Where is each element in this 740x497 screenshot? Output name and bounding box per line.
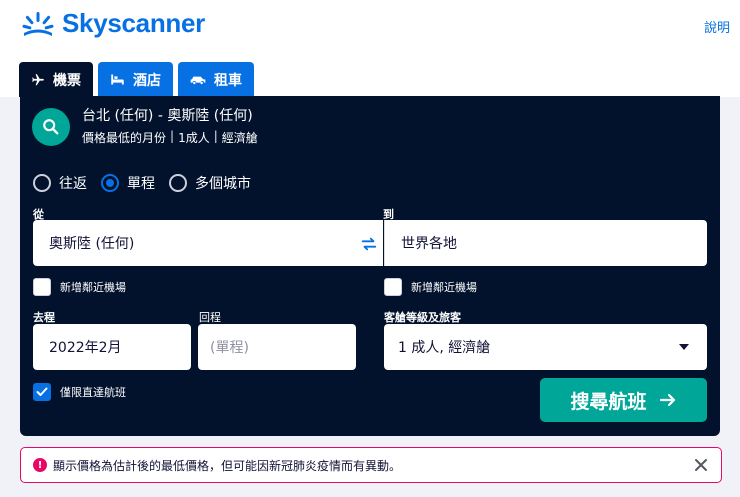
radio-button[interactable] <box>169 174 187 192</box>
trip-type-return-label: 往返 <box>59 176 87 192</box>
bed-icon <box>111 74 124 85</box>
notice-text: 顯示價格為估計後的最低價格，但可能因新冠肺炎疫情而有異動。 <box>53 458 402 473</box>
help-link[interactable]: 說明 <box>704 17 730 36</box>
summary-route: 台北 (任何) - 奧斯陸 (任何) <box>82 108 253 124</box>
summary-month: 價格最低的月份 <box>82 131 167 145</box>
cabin-travellers-value: 1 成人, 經濟艙 <box>398 340 491 356</box>
tab-car-hire[interactable]: 租車 <box>178 62 254 97</box>
radio-button[interactable] <box>101 174 119 192</box>
sunrise-logo-icon <box>22 11 54 36</box>
summary-travellers: 1成人 <box>178 131 210 145</box>
logo-text: Skyscanner <box>62 8 205 38</box>
return-label: 回程 <box>199 311 221 324</box>
trip-type-one-way[interactable]: 單程 <box>101 173 155 193</box>
trip-type-multi-city-label: 多個城市 <box>195 176 251 192</box>
price-notice-banner: ! 顯示價格為估計後的最低價格，但可能因新冠肺炎疫情而有異動。 <box>20 447 722 483</box>
close-icon[interactable] <box>693 457 709 473</box>
to-nearby-airports-checkbox[interactable]: 新增鄰近機場 <box>384 278 477 296</box>
from-nearby-airports-checkbox[interactable]: 新增鄰近機場 <box>33 278 126 296</box>
from-input[interactable]: 奧斯陸 (任何) <box>33 220 383 266</box>
search-icon <box>32 108 70 146</box>
checkbox[interactable] <box>384 278 402 296</box>
tab-flights[interactable]: 機票 <box>19 62 93 97</box>
trip-type-multi-city[interactable]: 多個城市 <box>169 173 251 193</box>
depart-date-input[interactable]: 2022年2月 <box>33 324 191 370</box>
flight-search-panel: 台北 (任何) - 奧斯陸 (任何) 價格最低的月份 | 1成人 | 經濟艙 往… <box>20 96 720 436</box>
to-input[interactable]: 世界各地 <box>384 220 707 266</box>
summary-cabin: 經濟艙 <box>221 131 258 145</box>
direct-flights-only-checkbox[interactable]: 僅限直達航班 <box>33 383 126 401</box>
skyscanner-logo[interactable]: Skyscanner <box>20 8 205 39</box>
cabin-travellers-select[interactable]: 1 成人, 經濟艙 <box>384 324 707 370</box>
summary-separator: | <box>170 129 175 143</box>
direct-flights-only-label: 僅限直達航班 <box>60 386 126 399</box>
checkmark-icon <box>36 387 48 396</box>
swap-icon[interactable] <box>358 234 380 254</box>
arrow-right-icon <box>659 393 675 407</box>
radio-button[interactable] <box>33 174 51 192</box>
to-nearby-airports-label: 新增鄰近機場 <box>411 281 477 294</box>
tab-flights-label: 機票 <box>53 72 81 89</box>
search-flights-label: 搜尋航班 <box>570 390 647 413</box>
airplane-icon <box>32 73 44 85</box>
tab-hotels-label: 酒店 <box>133 72 161 89</box>
trip-type-return[interactable]: 往返 <box>33 173 87 193</box>
cabin-travellers-label: 客艙等級及旅客 <box>384 311 461 324</box>
trip-type-radio-group: 往返 單程 多個城市 <box>33 173 265 193</box>
from-nearby-airports-label: 新增鄰近機場 <box>60 281 126 294</box>
depart-label: 去程 <box>33 311 55 324</box>
return-date-input[interactable]: (單程) <box>198 324 356 370</box>
car-icon <box>190 76 206 84</box>
checkbox-checked[interactable] <box>33 383 51 401</box>
chevron-down-icon <box>679 344 689 350</box>
info-warning-icon: ! <box>33 458 47 472</box>
search-summary[interactable]: 台北 (任何) - 奧斯陸 (任何) 價格最低的月份 | 1成人 | 經濟艙 <box>32 108 258 146</box>
top-bar: Skyscanner 說明 機票 酒店 租車 <box>0 0 740 97</box>
trip-type-one-way-label: 單程 <box>127 176 155 192</box>
search-flights-button[interactable]: 搜尋航班 <box>540 378 707 422</box>
summary-separator: | <box>213 129 218 143</box>
product-tabs: 機票 酒店 租車 <box>19 62 254 97</box>
checkbox[interactable] <box>33 278 51 296</box>
tab-car-hire-label: 租車 <box>214 72 242 89</box>
summary-details: 價格最低的月份 | 1成人 | 經濟艙 <box>82 129 258 146</box>
tab-hotels[interactable]: 酒店 <box>98 62 173 97</box>
